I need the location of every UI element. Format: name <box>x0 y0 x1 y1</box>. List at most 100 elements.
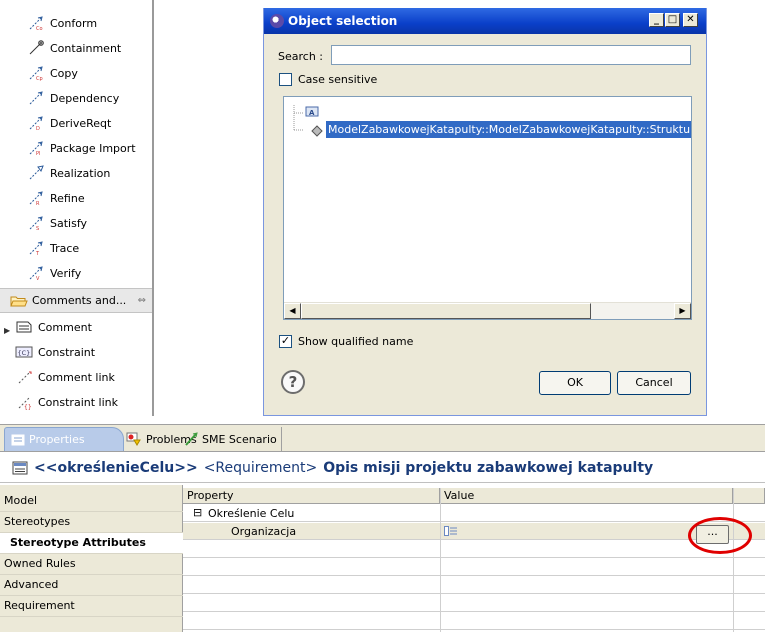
palette-item-copy[interactable]: Cp Copy <box>28 64 78 82</box>
constraint-link-icon: {} <box>18 396 32 410</box>
svg-text:PI: PI <box>36 151 41 156</box>
nav-stereotype-attributes[interactable]: Stereotype Attributes <box>0 533 183 554</box>
grid-row-empty <box>183 613 765 630</box>
grid-row-group[interactable]: ⊟ Określenie Celu <box>183 505 765 522</box>
dialog-title: Object selection <box>288 14 398 28</box>
problems-icon <box>126 432 141 446</box>
collapse-toggle-icon[interactable]: ⊟ <box>193 506 202 519</box>
palette-item-trace[interactable]: T Trace <box>28 239 79 257</box>
ok-button[interactable]: OK <box>539 371 611 395</box>
expand-arrow-icon[interactable]: ▶ <box>4 326 10 335</box>
nav-requirement[interactable]: Requirement <box>0 596 183 617</box>
scroll-right-button[interactable]: ▶ <box>674 303 691 319</box>
palette-item-constraint[interactable]: {C} Constraint <box>14 343 95 361</box>
show-qualified-checkbox[interactable]: ✓ <box>279 335 292 348</box>
palette-item-constraint-link[interactable]: {} Constraint link <box>14 393 118 411</box>
grid-row-empty <box>183 595 765 612</box>
nav-advanced[interactable]: Advanced <box>0 575 183 596</box>
grid-row-organizacja[interactable]: Organizacja <box>183 523 765 540</box>
comment-link-icon <box>18 371 32 384</box>
comment-icon <box>16 321 32 333</box>
column-header-extra <box>733 488 765 504</box>
palette-item-realization[interactable]: Realization <box>28 164 110 182</box>
refine-icon: R <box>29 191 43 206</box>
palette-item-dependency[interactable]: Dependency <box>28 89 119 107</box>
svg-text:Co: Co <box>36 26 43 31</box>
nav-owned-rules[interactable]: Owned Rules <box>0 554 183 575</box>
view-tab-bar: Properties Problems SME Scenario <box>0 425 765 452</box>
palette-item-conform[interactable]: Co Conform <box>28 14 97 32</box>
palette-item-refine[interactable]: R Refine <box>28 189 85 207</box>
maximize-button[interactable]: □ <box>665 13 680 27</box>
sme-scenario-icon <box>185 432 198 446</box>
eclipse-icon <box>270 14 284 28</box>
nav-model[interactable]: Model <box>0 491 183 512</box>
dependency-icon <box>29 91 43 105</box>
search-label: Search : <box>278 50 323 63</box>
realization-icon <box>29 165 44 180</box>
properties-view: Properties Problems SME Scenario <<okreś… <box>0 424 765 632</box>
case-sensitive-label: Case sensitive <box>298 73 378 86</box>
tab-properties[interactable]: Properties <box>4 427 124 451</box>
svg-text:V: V <box>36 276 40 281</box>
svg-text:R: R <box>36 201 40 206</box>
palette-item-comment-link[interactable]: Comment link <box>14 368 115 386</box>
drawer-collapse-icon[interactable]: ⇔ <box>138 295 146 306</box>
containment-icon <box>29 40 44 55</box>
grid-row-empty <box>183 559 765 576</box>
case-sensitive-checkbox[interactable] <box>279 73 292 86</box>
list-value-icon <box>444 526 457 536</box>
svg-text:{C}: {C} <box>18 349 31 357</box>
model-root-icon: A <box>305 106 319 117</box>
column-header-property[interactable]: Property <box>183 488 440 504</box>
cancel-button[interactable]: Cancel <box>617 371 691 395</box>
conform-icon: Co <box>29 16 43 31</box>
properties-icon <box>11 434 25 445</box>
help-icon[interactable]: ? <box>281 370 305 394</box>
verify-icon: V <box>29 266 43 281</box>
group-label: Określenie Celu <box>208 507 295 520</box>
tab-sme-scenario[interactable]: SME Scenario <box>178 427 282 451</box>
svg-text:T: T <box>35 251 40 256</box>
property-grid: Property Value ⊟ Określenie Celu Organiz… <box>183 485 765 632</box>
property-name: Organizacja <box>231 525 297 538</box>
palette-item-containment[interactable]: Containment <box>28 39 121 57</box>
dialog-title-bar[interactable]: Object selection _ □ ✕ <box>264 8 706 34</box>
scroll-left-button[interactable]: ◀ <box>284 303 301 319</box>
column-divider <box>440 488 441 632</box>
palette-item-package-import[interactable]: PI Package Import <box>28 139 136 157</box>
palette-item-verify[interactable]: V Verify <box>28 264 81 282</box>
object-tree[interactable]: A ModelZabawkowejKatapulty::ModelZabawko… <box>283 96 692 320</box>
tree-item-selected[interactable]: ModelZabawkowejKatapulty::ModelZabawkowe… <box>326 121 691 138</box>
horizontal-scrollbar[interactable]: ◀ ▶ <box>284 302 691 319</box>
copy-icon: Cp <box>29 66 43 81</box>
scroll-thumb[interactable] <box>301 303 591 319</box>
palette-item-comment[interactable]: Comment <box>14 318 92 336</box>
palette-panel: Co Conform Containment Cp Copy Dependenc… <box>0 0 154 416</box>
palette-item-satisfy[interactable]: S Satisfy <box>28 214 87 232</box>
svg-text:{}: {} <box>24 404 32 410</box>
trace-icon: T <box>29 241 43 256</box>
properties-section-nav: Model Stereotypes Stereotype Attributes … <box>0 485 183 632</box>
minimize-button[interactable]: _ <box>649 13 664 27</box>
close-button[interactable]: ✕ <box>683 13 698 27</box>
highlight-circle-annotation <box>688 517 752 554</box>
column-header-value[interactable]: Value <box>440 488 733 504</box>
nav-stereotypes[interactable]: Stereotypes <box>0 512 183 533</box>
show-qualified-label: Show qualified name <box>298 335 414 348</box>
svg-text:A: A <box>309 109 315 117</box>
search-input[interactable] <box>331 45 691 65</box>
grid-row-empty <box>183 541 765 558</box>
palette-item-derivereqt[interactable]: D DeriveReqt <box>28 114 111 132</box>
satisfy-icon: S <box>29 216 43 231</box>
properties-header: <<określenieCelu>> <Requirement> Opis mi… <box>0 453 765 483</box>
requirement-icon <box>12 461 28 474</box>
header-stereotype: <<określenieCelu>> <box>34 459 198 476</box>
svg-text:Cp: Cp <box>36 76 43 81</box>
header-name: Opis misji projektu zabawkowej katapulty <box>323 459 654 476</box>
palette-drawer-comments[interactable]: Comments and... ⇔ <box>0 288 152 313</box>
derive-reqt-icon: D <box>29 116 43 131</box>
header-type: <Requirement> <box>203 459 318 476</box>
tree-node-icon <box>311 125 323 137</box>
package-import-icon: PI <box>29 141 43 156</box>
